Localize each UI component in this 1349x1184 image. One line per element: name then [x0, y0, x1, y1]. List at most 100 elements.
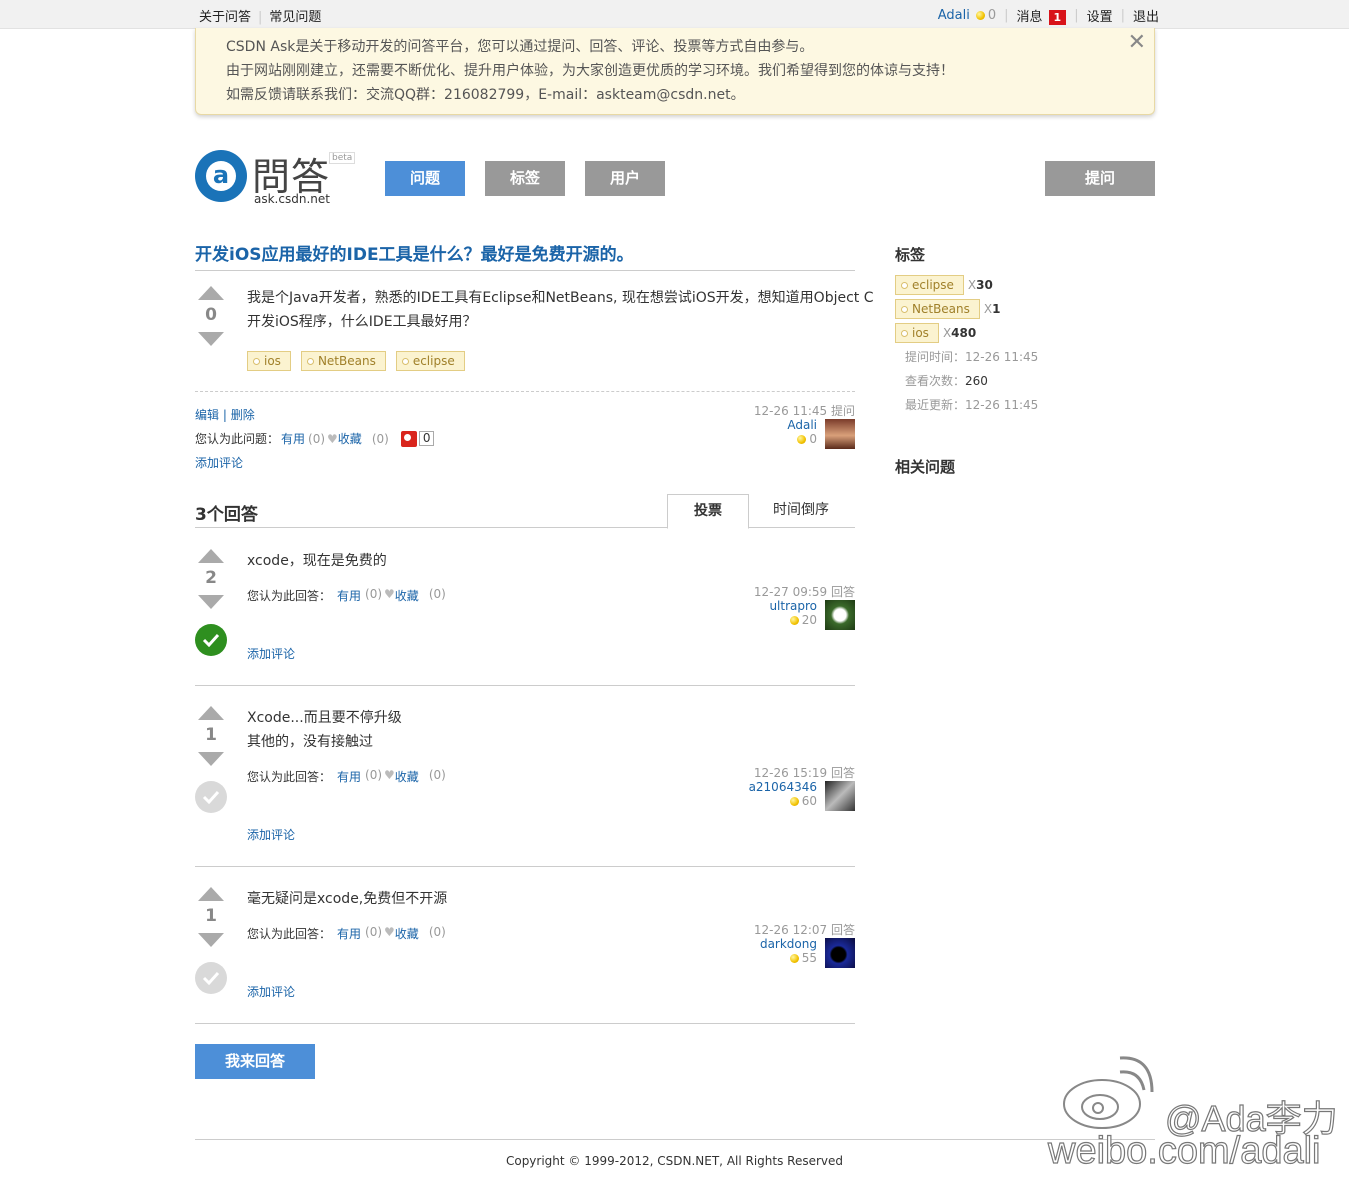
tab-time-desc[interactable]: 时间倒序: [760, 494, 842, 527]
answer-vote-up-icon[interactable]: [198, 887, 224, 901]
add-comment-link[interactable]: 添加评论: [247, 985, 295, 999]
answer-author-link[interactable]: darkdong: [760, 937, 817, 951]
question-body-line-1: 我是个Java开发者，熟悉的IDE工具有Eclipse和NetBeans, 现在…: [247, 290, 874, 306]
answer-button[interactable]: 我来回答: [195, 1044, 315, 1079]
answer-divider: [195, 866, 855, 867]
faq-link[interactable]: 常见问题: [269, 10, 321, 25]
answer-author-avatar[interactable]: [825, 600, 855, 630]
ask-question-button[interactable]: 提问: [1045, 161, 1155, 196]
sidebar-tag-eclipse[interactable]: eclipse: [895, 275, 964, 295]
favorite-link[interactable]: 收藏: [338, 430, 362, 447]
answer-body-line-1: xcode，现在是免费的: [247, 553, 387, 569]
answer-time: 12-27 09:59 回答: [753, 585, 855, 599]
related-questions-heading: 相关问题: [895, 458, 956, 476]
close-icon[interactable]: ✕: [1128, 32, 1146, 54]
answer-vote-down-icon[interactable]: [198, 933, 224, 947]
tag-count-value: 30: [976, 278, 993, 292]
answer-author-points: 20: [801, 613, 817, 627]
nav-users-button[interactable]: 用户: [585, 161, 665, 196]
messages-link[interactable]: 消息 1: [1017, 6, 1067, 25]
logout-link[interactable]: 退出: [1133, 6, 1159, 25]
useful-link[interactable]: 有用: [281, 430, 305, 447]
tab-votes[interactable]: 投票: [667, 494, 749, 529]
settings-link[interactable]: 设置: [1087, 6, 1113, 25]
answer-author-avatar[interactable]: [825, 938, 855, 968]
answer-author: a21064346 60: [749, 780, 817, 808]
answer-time: 12-26 15:19 回答: [753, 766, 855, 780]
useful-count: (0): [365, 768, 383, 782]
accept-check-icon[interactable]: [195, 781, 227, 813]
answer-author: darkdong 55: [760, 937, 817, 965]
tag-eclipse[interactable]: eclipse: [395, 351, 465, 371]
asked-time-info: 提问时间：12-26 11:45: [905, 348, 1038, 365]
add-comment-link[interactable]: 添加评论: [195, 456, 243, 470]
updated-info: 最近更新：12-26 11:45: [905, 396, 1038, 413]
favorite-link[interactable]: 收藏: [395, 925, 419, 942]
opinion-label: 您认为此问题：: [195, 432, 280, 446]
about-link[interactable]: 关于问答: [199, 10, 251, 25]
username-link[interactable]: Adali: [938, 8, 970, 23]
accepted-check-icon[interactable]: [195, 624, 227, 656]
tag-ios[interactable]: ios: [247, 351, 291, 371]
answer-vote-down-icon[interactable]: [198, 595, 224, 609]
answer-count: 3个回答: [195, 505, 258, 525]
notice-line-1: CSDN Ask是关于移动开发的问答平台，您可以通过提问、回答、评论、投票等方式…: [226, 39, 814, 55]
edit-link[interactable]: 编辑: [195, 408, 219, 422]
top-bar-left-links: 关于问答 | 常见问题: [199, 6, 321, 25]
answer-author-points: 60: [801, 794, 817, 808]
sidebar-tag-ios[interactable]: ios: [895, 323, 939, 343]
sidebar-tag-netbeans[interactable]: NetBeans: [895, 299, 980, 319]
useful-link[interactable]: 有用: [337, 587, 361, 604]
share-count: 0: [418, 431, 435, 446]
answer-author-link[interactable]: a21064346: [749, 780, 817, 794]
watermark-url: weibo.com/adali: [1047, 1129, 1321, 1172]
site-logo[interactable]: a 問答 beta ask.csdn.net: [195, 150, 356, 208]
weibo-logo-icon: [1063, 1056, 1154, 1129]
answer-vote-up-icon[interactable]: [198, 549, 224, 563]
question-author-link[interactable]: Adali: [787, 418, 817, 432]
useful-link[interactable]: 有用: [337, 925, 361, 942]
heart-icon: ♥: [384, 587, 395, 601]
coin-icon: [789, 797, 799, 806]
favorite-count: (0): [371, 431, 389, 446]
top-bar: 关于问答 | 常见问题 Adali 0 | 消息 1 | 设置 | 退出: [0, 0, 1349, 29]
add-comment-link[interactable]: 添加评论: [247, 828, 295, 842]
question-vote-down-icon[interactable]: [198, 332, 224, 346]
tag-netbeans[interactable]: NetBeans: [300, 351, 386, 371]
nav-tags-button[interactable]: 标签: [485, 161, 565, 196]
question-author-avatar[interactable]: [825, 419, 855, 449]
answer-vote-count: 2: [205, 568, 217, 588]
tag-count-value: 1: [992, 302, 1001, 316]
favorite-link[interactable]: 收藏: [395, 587, 419, 604]
delete-link[interactable]: 删除: [231, 408, 255, 422]
sidebar-tag-count: X1: [984, 302, 1001, 316]
add-comment-link[interactable]: 添加评论: [247, 647, 295, 661]
share-icon[interactable]: [400, 430, 417, 447]
useful-link[interactable]: 有用: [337, 768, 361, 785]
asked-value: 12-26 11:45: [965, 350, 1039, 364]
divider: |: [1120, 8, 1125, 23]
favorite-link[interactable]: 收藏: [395, 768, 419, 785]
divider: |: [219, 408, 231, 422]
asked-label: 提问时间：: [905, 350, 966, 364]
answer-vote-up-icon[interactable]: [198, 706, 224, 720]
divider: |: [1004, 8, 1009, 23]
question-title[interactable]: 开发iOS应用最好的IDE工具是什么？最好是免费开源的。: [195, 240, 634, 265]
answer-author-avatar[interactable]: [825, 781, 855, 811]
answer-vote-down-icon[interactable]: [198, 752, 224, 766]
answer-divider: [195, 685, 855, 686]
answer-body: 毫无疑问是xcode,免费但不开源: [247, 887, 447, 911]
answer-author-link[interactable]: ultrapro: [769, 599, 817, 613]
logo-glyph: a: [212, 161, 230, 189]
question-vote-up-icon[interactable]: [198, 286, 224, 300]
messages-label: 消息: [1016, 10, 1043, 25]
question-opinion: 您认为此问题： 有用 (0) ♥ 收藏 (0) 0: [195, 430, 435, 447]
accept-check-icon[interactable]: [195, 962, 227, 994]
question-divider: [195, 391, 855, 392]
site-notice: CSDN Ask是关于移动开发的问答平台，您可以通过提问、回答、评论、投票等方式…: [195, 28, 1155, 115]
nav-questions-button[interactable]: 问题: [385, 161, 465, 196]
answers-header-divider: [195, 527, 855, 528]
useful-count: (0): [308, 431, 326, 446]
question-tags: ios NetBeans eclipse: [247, 351, 475, 371]
answer-add-comment: 添加评论: [247, 983, 295, 1000]
